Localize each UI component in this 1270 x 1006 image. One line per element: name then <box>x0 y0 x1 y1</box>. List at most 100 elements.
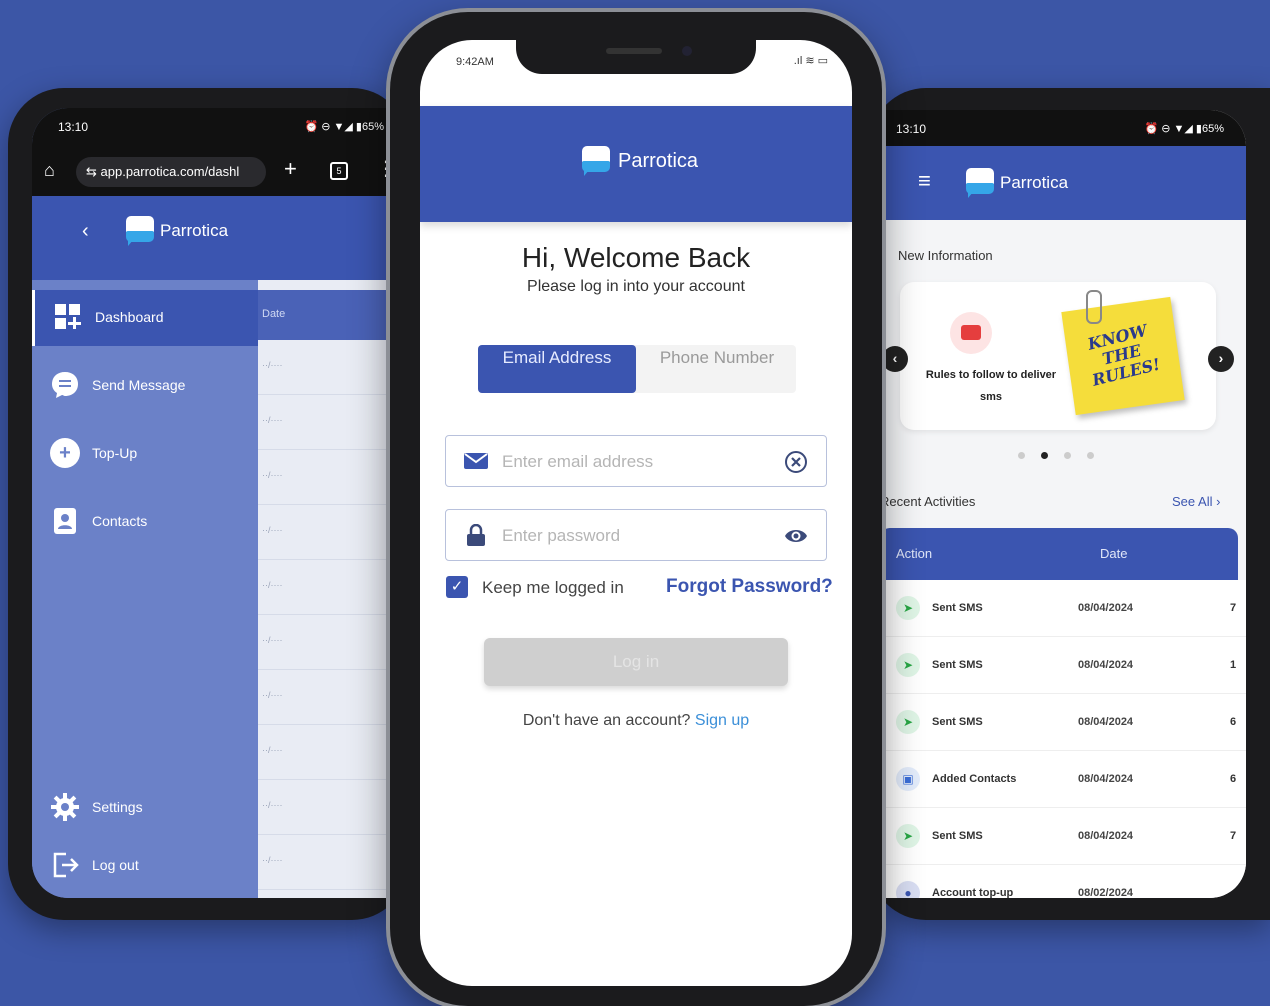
tab-phone-number[interactable]: Phone Number <box>638 345 796 393</box>
welcome-title: Hi, Welcome Back <box>521 242 751 273</box>
activity-date: 08/04/2024 <box>1078 659 1134 671</box>
see-all-link[interactable]: See All › <box>1172 494 1220 509</box>
email-input[interactable] <box>500 446 764 478</box>
login-button[interactable]: Log in <box>484 638 788 686</box>
envelope-icon <box>464 453 488 469</box>
carousel-prev-icon[interactable]: ‹ <box>882 346 908 372</box>
side-drawer: Dashboard Send Message + Top-Up Contacts <box>32 280 258 898</box>
nav-label: Top-Up <box>92 445 138 461</box>
send-icon: ➤ <box>896 653 920 677</box>
login-method-toggle: Email Address Phone Number <box>478 345 796 393</box>
activity-date: 08/04/2024 <box>1078 773 1134 785</box>
nav-item-settings[interactable]: Settings <box>32 780 258 836</box>
left-phone-screen: 13:10 ⏰ ⊖ ▼◢ ▮65% ⌂ ⇆ app.parrotica.com/… <box>32 108 400 898</box>
activity-amount: 6 <box>1230 716 1237 728</box>
activity-date: 08/04/2024 <box>1078 602 1134 614</box>
brand-name: Parrotica <box>618 149 699 172</box>
table-row: ··/····· <box>258 395 400 450</box>
table-row[interactable]: ▣ Added Contacts 08/04/2024 6 <box>880 751 1246 808</box>
logout-icon <box>53 852 79 878</box>
status-icons: ⏰ ⊖ ▼◢ ▮65% <box>1144 123 1224 135</box>
table-row: ··/····· <box>258 780 400 835</box>
table-row: ··/····· <box>258 670 400 725</box>
password-input[interactable] <box>500 520 764 552</box>
send-icon: ➤ <box>896 596 920 620</box>
brand-name: Parrotica <box>160 221 229 240</box>
table-row[interactable]: ● Account top-up 08/02/2024 <box>880 865 1246 898</box>
table-row: ··/····· <box>258 560 400 615</box>
status-icons: .ıl ≋ ▭ <box>793 55 828 67</box>
table-header-date: Date <box>258 290 400 340</box>
keep-logged-in-label: Keep me logged in <box>482 578 624 597</box>
topup-icon: ● <box>896 881 920 898</box>
new-information-title: New Information <box>898 248 993 263</box>
lock-icon <box>467 524 485 546</box>
carousel-dot[interactable] <box>1087 452 1094 459</box>
dashboard-icon <box>55 304 81 329</box>
app-header: ‹ Parrotica <box>32 196 400 280</box>
table-row[interactable]: ➤ Sent SMS 08/04/2024 7 <box>880 808 1246 865</box>
brand-logo: Parrotica <box>576 146 698 176</box>
nav-label: Log out <box>92 857 139 873</box>
tab-count-icon[interactable]: 5 <box>330 162 348 180</box>
parrotica-logo-icon <box>966 168 996 198</box>
url-bar[interactable]: ⇆ app.parrotica.com/dashl <box>76 157 266 187</box>
column-header-action: Action <box>896 546 933 561</box>
activity-action: Sent SMS <box>932 659 983 671</box>
url-text: app.parrotica.com/dashl <box>100 164 240 179</box>
status-time: 13:10 <box>896 122 927 136</box>
email-field <box>445 435 827 487</box>
card-caption: Rules to follow to deliver sms <box>925 369 1057 403</box>
table-row[interactable]: ➤ Sent SMS 08/04/2024 7 <box>880 580 1246 637</box>
tab-email-address[interactable]: Email Address <box>478 345 636 393</box>
nav-item-topup[interactable]: + Top-Up <box>32 426 258 482</box>
table-row[interactable]: ➤ Sent SMS 08/04/2024 6 <box>880 694 1246 751</box>
nav-item-dashboard[interactable]: Dashboard <box>32 290 258 346</box>
plus-circle-icon: + <box>50 438 80 468</box>
browser-toolbar: ⌂ ⇆ app.parrotica.com/dashl + 5 ⋮ <box>32 148 400 196</box>
hamburger-menu-icon[interactable]: ≡ <box>918 168 931 194</box>
home-icon[interactable]: ⌂ <box>44 160 55 181</box>
right-phone-mockup: 13:10 ⏰ ⊖ ▼◢ ▮65% ≡ Parrotica New Inform… <box>870 88 1270 920</box>
activity-action: Account top-up <box>932 887 1014 898</box>
parrotica-logo-icon <box>582 146 612 176</box>
forgot-password-link[interactable]: Forgot Password? <box>666 576 833 598</box>
table-row[interactable]: ➤ Sent SMS 08/04/2024 1 <box>880 637 1246 694</box>
activity-amount: 6 <box>1230 773 1237 785</box>
carousel-dot[interactable] <box>1064 452 1071 459</box>
table-row: ··/····· <box>258 450 400 505</box>
signup-prompt-text: Don't have an account? <box>522 712 691 729</box>
app-header: Parrotica <box>420 106 852 222</box>
activity-date: 08/02/2024 <box>1078 887 1134 898</box>
right-phone-screen: 13:10 ⏰ ⊖ ▼◢ ▮65% ≡ Parrotica New Inform… <box>880 110 1246 898</box>
keep-logged-in-checkbox[interactable]: ✓ <box>446 576 468 598</box>
sticky-note-image: KNOW THE RULES! <box>1061 296 1185 416</box>
nav-item-send-message[interactable]: Send Message <box>32 358 258 414</box>
brand-logo: Parrotica <box>122 216 228 246</box>
signup-link[interactable]: Sign up <box>695 712 749 729</box>
carousel-next-icon[interactable]: › <box>1208 346 1234 372</box>
battery-level: 65% <box>361 121 384 133</box>
left-phone-mockup: 13:10 ⏰ ⊖ ▼◢ ▮65% ⌂ ⇆ app.parrotica.com/… <box>8 88 408 920</box>
carousel-dot[interactable] <box>1018 452 1025 459</box>
back-chevron-icon[interactable]: ‹ <box>82 220 89 243</box>
parrotica-logo-icon <box>126 216 156 246</box>
nav-item-contacts[interactable]: Contacts <box>32 494 258 550</box>
new-tab-icon[interactable]: + <box>284 156 297 182</box>
nav-label: Settings <box>92 799 143 815</box>
carousel-dot-active[interactable] <box>1041 452 1048 459</box>
eye-icon[interactable] <box>784 524 808 548</box>
recent-activities-title: Recent Activities <box>880 494 976 509</box>
status-icons: ⏰ ⊖ ▼◢ ▮65% <box>304 121 384 133</box>
activity-date: 08/04/2024 <box>1078 830 1134 842</box>
clear-circle-icon[interactable] <box>784 450 808 474</box>
carousel-dots <box>1018 446 1110 464</box>
gear-icon <box>51 793 79 821</box>
nav-item-logout[interactable]: Log out <box>32 838 258 894</box>
sticky-note-text: KNOW THE RULES! <box>1085 320 1163 390</box>
login-screen: 9:42AM .ıl ≋ ▭ Parrotica Hi, Welcome Bac… <box>420 40 852 986</box>
info-carousel-card[interactable]: Rules to follow to deliver sms KNOW THE … <box>900 282 1216 430</box>
welcome-subtitle: Please log in into your account <box>527 278 745 295</box>
background-table: Date ··/····· ··/····· ··/····· ··/·····… <box>258 280 400 898</box>
nav-label: Dashboard <box>95 309 164 325</box>
